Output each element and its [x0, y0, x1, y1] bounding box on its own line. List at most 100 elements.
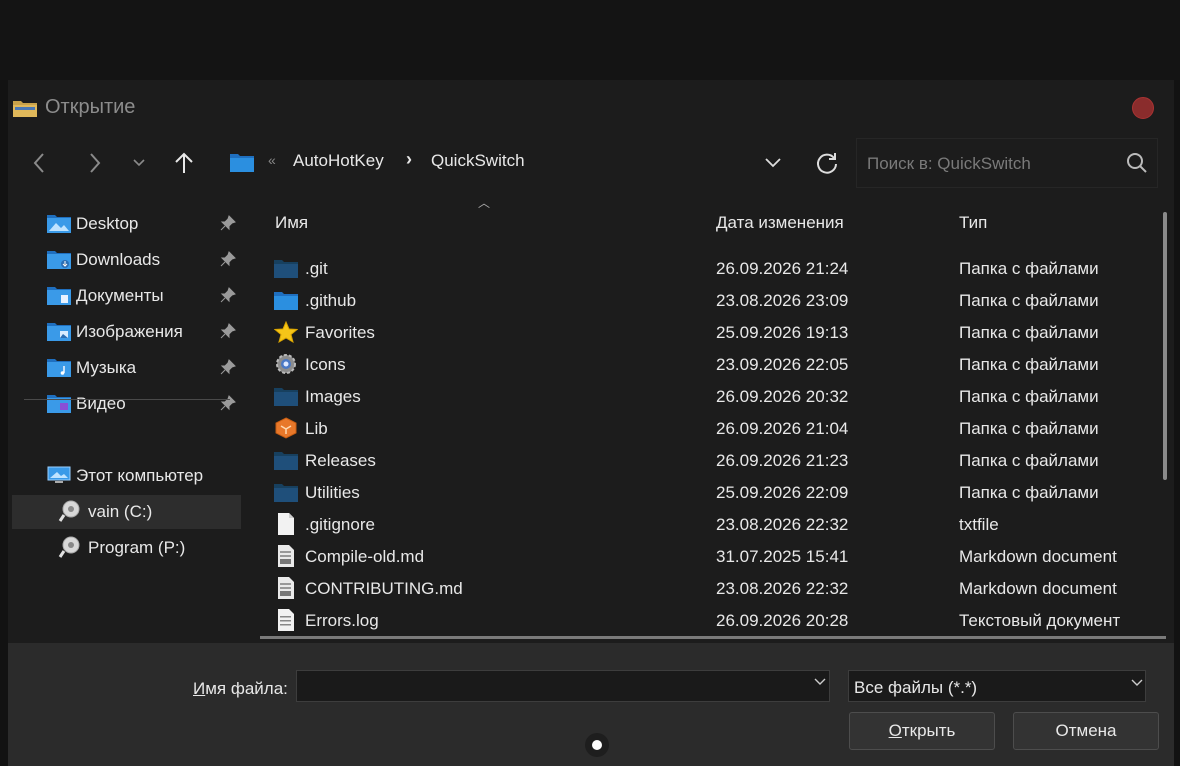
gear-icon [276, 354, 296, 374]
address-bar[interactable]: « AutoHotKey › QuickSwitch [220, 138, 850, 188]
file-date: 26.09.2026 20:32 [716, 387, 849, 406]
file-date: 26.09.2026 21:23 [716, 451, 849, 470]
folder-icon [274, 292, 298, 310]
sidebar-item-label: Документы [76, 286, 164, 305]
column-header-date[interactable]: Дата изменения [716, 213, 844, 233]
pin-icon[interactable] [220, 359, 236, 375]
chevron-down-icon[interactable] [814, 677, 826, 687]
file-row[interactable]: Utilities 25.09.2026 22:09 Папка с файла… [260, 476, 1150, 508]
filename-label: Имя файла: [193, 679, 288, 698]
file-type: Папка с файлами [959, 451, 1099, 470]
file-date: 23.08.2026 23:09 [716, 291, 849, 310]
breadcrumb-separator[interactable]: › [406, 149, 412, 170]
forward-button[interactable] [80, 148, 110, 178]
file-type: Markdown document [959, 547, 1117, 566]
sidebar-item-documents[interactable]: Документы [8, 279, 240, 313]
file-type: Папка с файлами [959, 355, 1099, 374]
file-date: 23.08.2026 22:32 [716, 579, 849, 598]
network-drive-icon [58, 500, 80, 522]
music-folder-icon [47, 359, 71, 377]
desktop-folder-icon [47, 215, 71, 233]
close-button[interactable] [1132, 97, 1154, 119]
star-icon [274, 321, 298, 343]
pin-icon[interactable] [220, 395, 236, 411]
open-file-dialog: Открытие « AutoHotKey › QuickSwitch Поис… [8, 80, 1174, 766]
file-row[interactable]: Compile-old.md 31.07.2025 15:41 Markdown… [260, 540, 1150, 572]
markdown-file-icon [278, 577, 294, 599]
filetype-select[interactable]: Все файлы (*.*) [848, 670, 1146, 702]
navigation-pane: Desktop Downloads Документы Изображения … [8, 200, 258, 640]
sidebar-item-downloads[interactable]: Downloads [8, 243, 240, 277]
file-row[interactable]: .gitignore 23.08.2026 22:32 txtfile [260, 508, 1150, 540]
sidebar-item-label: Desktop [76, 214, 139, 233]
sidebar-item-label: Изображения [76, 322, 183, 341]
text-file-icon [278, 609, 294, 631]
pin-icon[interactable] [220, 323, 236, 339]
refresh-icon [817, 153, 837, 174]
up-button[interactable] [169, 148, 199, 178]
file-row[interactable]: Lib 26.09.2026 21:04 Папка с файлами [260, 412, 1150, 444]
file-name: .github [305, 291, 357, 310]
file-list: ︿ Имя Дата изменения Тип .git 26.09.2026… [260, 196, 1166, 640]
search-input[interactable] [865, 151, 1119, 177]
markdown-file-icon [278, 545, 294, 567]
file-row[interactable]: Icons 23.09.2026 22:05 Папка с файлами [260, 348, 1150, 380]
sidebar-item-drive-c[interactable]: vain (C:) [12, 495, 241, 529]
file-date: 23.09.2026 22:05 [716, 355, 849, 374]
file-type: Папка с файлами [959, 259, 1099, 278]
file-date: 26.09.2026 21:04 [716, 419, 849, 438]
sidebar-item-label: Видео [76, 394, 126, 413]
breadcrumb-item-quickswitch[interactable]: QuickSwitch [431, 151, 525, 171]
address-dropdown-button[interactable] [760, 150, 786, 176]
file-row[interactable]: Releases 26.09.2026 21:23 Папка с файлам… [260, 444, 1150, 476]
sidebar-item-drive-p[interactable]: Program (P:) [8, 531, 240, 565]
column-header-type[interactable]: Тип [959, 213, 987, 233]
search-icon[interactable] [1125, 151, 1149, 175]
sidebar-item-label: Музыка [76, 358, 137, 377]
column-header-name[interactable]: Имя [275, 213, 308, 233]
sort-ascending-icon: ︿ [478, 196, 491, 210]
file-type: Текстовый документ [959, 611, 1121, 630]
cancel-button[interactable]: Отмена [1013, 712, 1159, 750]
sidebar-item-desktop[interactable]: Desktop [8, 207, 240, 241]
file-icon [278, 513, 294, 535]
pin-icon[interactable] [220, 251, 236, 267]
sidebar-item-this-pc[interactable]: Этот компьютер [8, 459, 240, 493]
sidebar-item-label: Program (P:) [88, 538, 186, 557]
refresh-button[interactable] [812, 148, 842, 178]
file-name: Favorites [305, 323, 375, 342]
file-row[interactable]: .git 26.09.2026 21:24 Папка с файлами [260, 252, 1150, 284]
sidebar-item-videos[interactable]: Видео [8, 387, 240, 421]
pin-icon[interactable] [220, 215, 236, 231]
title-bar[interactable]: Открытие [8, 80, 1174, 136]
file-name: Compile-old.md [305, 547, 425, 566]
file-row[interactable]: Favorites 25.09.2026 19:13 Папка с файла… [260, 316, 1150, 348]
mouse-cursor [585, 733, 609, 757]
folder-icon [274, 260, 298, 278]
file-row[interactable]: .github 23.08.2026 23:09 Папка с файлами [260, 284, 1150, 316]
chevron-down-icon [133, 159, 145, 167]
folder-icon [13, 101, 37, 117]
chevron-down-icon [765, 158, 781, 168]
breadcrumb-overflow[interactable]: « [268, 152, 276, 168]
file-type: Папка с файлами [959, 291, 1099, 310]
filename-input[interactable] [296, 670, 830, 702]
file-type: txtfile [959, 515, 999, 534]
file-row[interactable]: Images 26.09.2026 20:32 Папка с файлами [260, 380, 1150, 412]
breadcrumb-item-autohotkey[interactable]: AutoHotKey [293, 151, 384, 171]
file-date: 26.09.2026 21:24 [716, 259, 849, 278]
open-button[interactable]: Открыть [849, 712, 995, 750]
horizontal-scrollbar[interactable] [260, 636, 1166, 639]
network-drive-icon [58, 536, 80, 558]
sidebar-item-pictures[interactable]: Изображения [8, 315, 240, 349]
pin-icon[interactable] [220, 287, 236, 303]
vertical-scrollbar[interactable] [1163, 212, 1167, 480]
sidebar-item-music[interactable]: Музыка [8, 351, 240, 385]
sidebar-item-label: Downloads [76, 250, 161, 269]
file-row[interactable]: CONTRIBUTING.md 23.08.2026 22:32 Markdow… [260, 572, 1150, 604]
recent-locations-button[interactable] [124, 148, 154, 178]
background-window [0, 0, 1180, 80]
file-row[interactable]: Errors.log 26.09.2026 20:28 Текстовый до… [260, 604, 1150, 636]
pictures-folder-icon [47, 323, 71, 341]
back-button[interactable] [24, 148, 54, 178]
